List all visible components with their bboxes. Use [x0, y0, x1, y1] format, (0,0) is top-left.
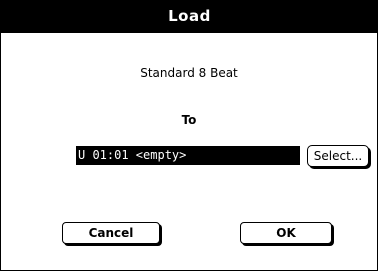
to-label: To [181, 113, 197, 127]
title-bar: Load [1, 0, 378, 33]
cancel-button[interactable]: Cancel [62, 222, 160, 244]
ok-button[interactable]: OK [240, 222, 332, 244]
target-location-field[interactable]: U 01:01 <empty> [76, 146, 300, 165]
load-dialog: Load Standard 8 Beat To U 01:01 <empty> … [0, 0, 378, 271]
dialog-title: Load [168, 7, 211, 25]
source-name: Standard 8 Beat [140, 66, 238, 80]
select-button[interactable]: Select... [307, 145, 369, 167]
